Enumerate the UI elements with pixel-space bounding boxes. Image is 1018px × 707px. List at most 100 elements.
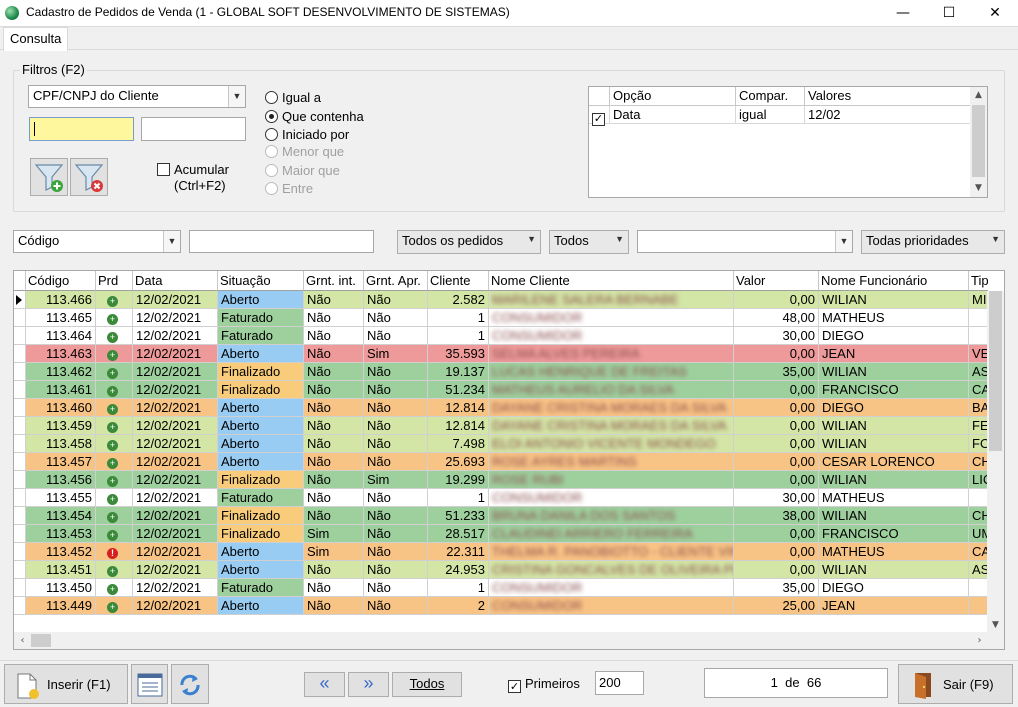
- customer-name-text: CONSUMIDOR: [492, 328, 583, 343]
- header-data[interactable]: Data: [133, 271, 218, 291]
- maximize-button[interactable]: ☐: [926, 0, 972, 27]
- scroll-thumb[interactable]: [972, 105, 985, 177]
- all-button[interactable]: Todos: [392, 672, 462, 697]
- header-prd[interactable]: Prd: [96, 271, 133, 291]
- scroll-left-icon[interactable]: ‹: [14, 632, 31, 649]
- cell-tip: CH: [969, 453, 988, 471]
- table-row[interactable]: 113.450 +12/02/2021 Faturado Não Não 1 CONSUMI…: [14, 579, 988, 597]
- table-row[interactable]: 113.466 +12/02/2021 Aberto Não Não 2.582 MARIL…: [14, 291, 988, 309]
- refresh-button[interactable]: [171, 664, 209, 704]
- header-nome-cliente[interactable]: Nome Cliente: [489, 271, 734, 291]
- table-row[interactable]: 113.451 +12/02/2021 Aberto Não Não 24.953 CRIS…: [14, 561, 988, 579]
- filter-field-select[interactable]: CPF/CNPJ do Cliente ▼: [28, 85, 246, 108]
- table-row[interactable]: 113.459 +12/02/2021 Aberto Não Não 12.814 DAYA…: [14, 417, 988, 435]
- scroll-up-icon[interactable]: ▲: [970, 87, 987, 104]
- remove-filter-button[interactable]: [70, 158, 108, 196]
- report-button[interactable]: [131, 664, 168, 704]
- radio-igual-a[interactable]: Igual a: [265, 90, 321, 105]
- row-indicator[interactable]: [14, 381, 26, 399]
- close-button[interactable]: ✕: [972, 0, 1018, 27]
- row-indicator[interactable]: [14, 507, 26, 525]
- next-page-button[interactable]: »: [348, 672, 389, 697]
- extra-filter-select[interactable]: ▼: [637, 230, 853, 253]
- table-row[interactable]: 113.449 +12/02/2021 Aberto Não Não 2 CONSUMIDO…: [14, 597, 988, 615]
- table-row[interactable]: 113.456 +12/02/2021 Finalizado Não Sim 19.299…: [14, 471, 988, 489]
- header-nome-funcionario[interactable]: Nome Funcionário: [819, 271, 969, 291]
- header-cliente[interactable]: Cliente: [428, 271, 489, 291]
- radio-menor-que: Menor que: [265, 144, 344, 159]
- row-indicator[interactable]: [14, 579, 26, 597]
- previous-page-button[interactable]: «: [304, 672, 345, 697]
- filter-value-input[interactable]: [29, 117, 134, 141]
- row-indicator[interactable]: [14, 309, 26, 327]
- search-input[interactable]: [189, 230, 374, 253]
- row-indicator[interactable]: [14, 489, 26, 507]
- row-indicator[interactable]: [14, 597, 26, 615]
- grid-horizontal-scrollbar[interactable]: ‹ ›: [14, 632, 988, 649]
- first-count-input[interactable]: 200: [595, 671, 644, 695]
- row-indicator[interactable]: [14, 327, 26, 345]
- header-valor[interactable]: Valor: [734, 271, 819, 291]
- criteria-row-checkbox[interactable]: ✓: [589, 106, 610, 126]
- row-indicator[interactable]: [14, 345, 26, 363]
- row-indicator[interactable]: [14, 543, 26, 561]
- scroll-thumb[interactable]: [989, 291, 1002, 451]
- scroll-right-icon[interactable]: ›: [971, 632, 988, 649]
- accumulate-check-box[interactable]: [157, 163, 170, 176]
- criteria-grid[interactable]: Opção Compar. Valores ✓ Data igual 12/02…: [588, 86, 988, 198]
- table-row[interactable]: 113.457 +12/02/2021 Aberto Não Não 25.693 ROSE…: [14, 453, 988, 471]
- search-field-select[interactable]: Código ▼: [13, 230, 181, 253]
- cell-grnt-int: Não: [304, 363, 364, 381]
- table-row[interactable]: 113.452! 12/02/2021 Aberto Sim Não 22.311 THEL…: [14, 543, 988, 561]
- header-tip[interactable]: Tip: [969, 271, 988, 291]
- exit-button[interactable]: Sair (F9): [898, 664, 1013, 704]
- header-grnt-apr[interactable]: Grnt. Apr.: [364, 271, 428, 291]
- criteria-scrollbar[interactable]: ▲ ▼: [970, 87, 987, 197]
- header-grnt-int[interactable]: Grnt. int.: [304, 271, 364, 291]
- table-row[interactable]: 113.455 +12/02/2021 Faturado Não Não 1 CONSUMI…: [14, 489, 988, 507]
- table-row[interactable]: 113.465 +12/02/2021 Faturado Não Não 1 CONSUMI…: [14, 309, 988, 327]
- table-row[interactable]: 113.454 +12/02/2021 Finalizado Não Não 51.233…: [14, 507, 988, 525]
- cell-codigo: 113.461: [26, 381, 96, 399]
- radio-que-contenha[interactable]: Que contenha: [265, 109, 364, 124]
- accumulate-checkbox[interactable]: [157, 163, 170, 177]
- row-indicator[interactable]: [14, 363, 26, 381]
- cell-situacao: Finalizado: [218, 471, 304, 489]
- row-indicator[interactable]: [14, 399, 26, 417]
- filter-value2-input[interactable]: [141, 117, 246, 141]
- orders-grid[interactable]: Código Prd Data Situação Grnt. int. Grnt…: [13, 270, 1005, 650]
- radio-dot: [265, 91, 278, 104]
- cell-data: 12/02/2021: [133, 327, 218, 345]
- insert-button[interactable]: Inserir (F1): [4, 664, 128, 704]
- priority-filter-dropdown[interactable]: Todas prioridades ▼: [861, 230, 1005, 254]
- row-indicator[interactable]: [14, 471, 26, 489]
- minimize-button[interactable]: —: [880, 0, 926, 27]
- orders-filter-dropdown[interactable]: Todos os pedidos ▼: [397, 230, 541, 254]
- tab-consulta[interactable]: Consulta: [3, 27, 69, 51]
- table-row[interactable]: 113.462 +12/02/2021 Finalizado Não Não 19.137…: [14, 363, 988, 381]
- refresh-icon: [180, 674, 200, 696]
- row-indicator[interactable]: [14, 453, 26, 471]
- grid-vertical-scrollbar[interactable]: ▼: [987, 291, 1004, 634]
- first-checkbox[interactable]: ✓: [508, 677, 521, 693]
- status-filter-dropdown[interactable]: Todos ▼: [549, 230, 629, 254]
- table-row[interactable]: 113.464 +12/02/2021 Faturado Não Não 1 CONSUMI…: [14, 327, 988, 345]
- scroll-down-icon[interactable]: ▼: [970, 180, 987, 197]
- row-indicator[interactable]: [14, 561, 26, 579]
- table-row[interactable]: 113.453 +12/02/2021 Finalizado Sim Não 28.517…: [14, 525, 988, 543]
- table-row[interactable]: 113.458 +12/02/2021 Aberto Não Não 7.498 ELOI …: [14, 435, 988, 453]
- header-situacao[interactable]: Situação: [218, 271, 304, 291]
- table-row[interactable]: 113.461 +12/02/2021 Finalizado Não Não 51.234…: [14, 381, 988, 399]
- row-indicator[interactable]: [14, 417, 26, 435]
- add-filter-button[interactable]: [30, 158, 68, 196]
- row-indicator[interactable]: [14, 525, 26, 543]
- row-indicator[interactable]: [14, 291, 26, 309]
- radio-iniciado-por[interactable]: Iniciado por: [265, 127, 349, 142]
- cell-nome-cliente: ROSE AYRES MARTINS: [489, 453, 734, 471]
- cell-nome-cliente: MATHEUS AURELIO DA SILVA: [489, 381, 734, 399]
- table-row[interactable]: 113.463 +12/02/2021 Aberto Não Sim 35.593 SELM…: [14, 345, 988, 363]
- scroll-thumb[interactable]: [31, 634, 51, 647]
- row-indicator[interactable]: [14, 435, 26, 453]
- table-row[interactable]: 113.460 +12/02/2021 Aberto Não Não 12.814 DAYA…: [14, 399, 988, 417]
- header-codigo[interactable]: Código: [26, 271, 96, 291]
